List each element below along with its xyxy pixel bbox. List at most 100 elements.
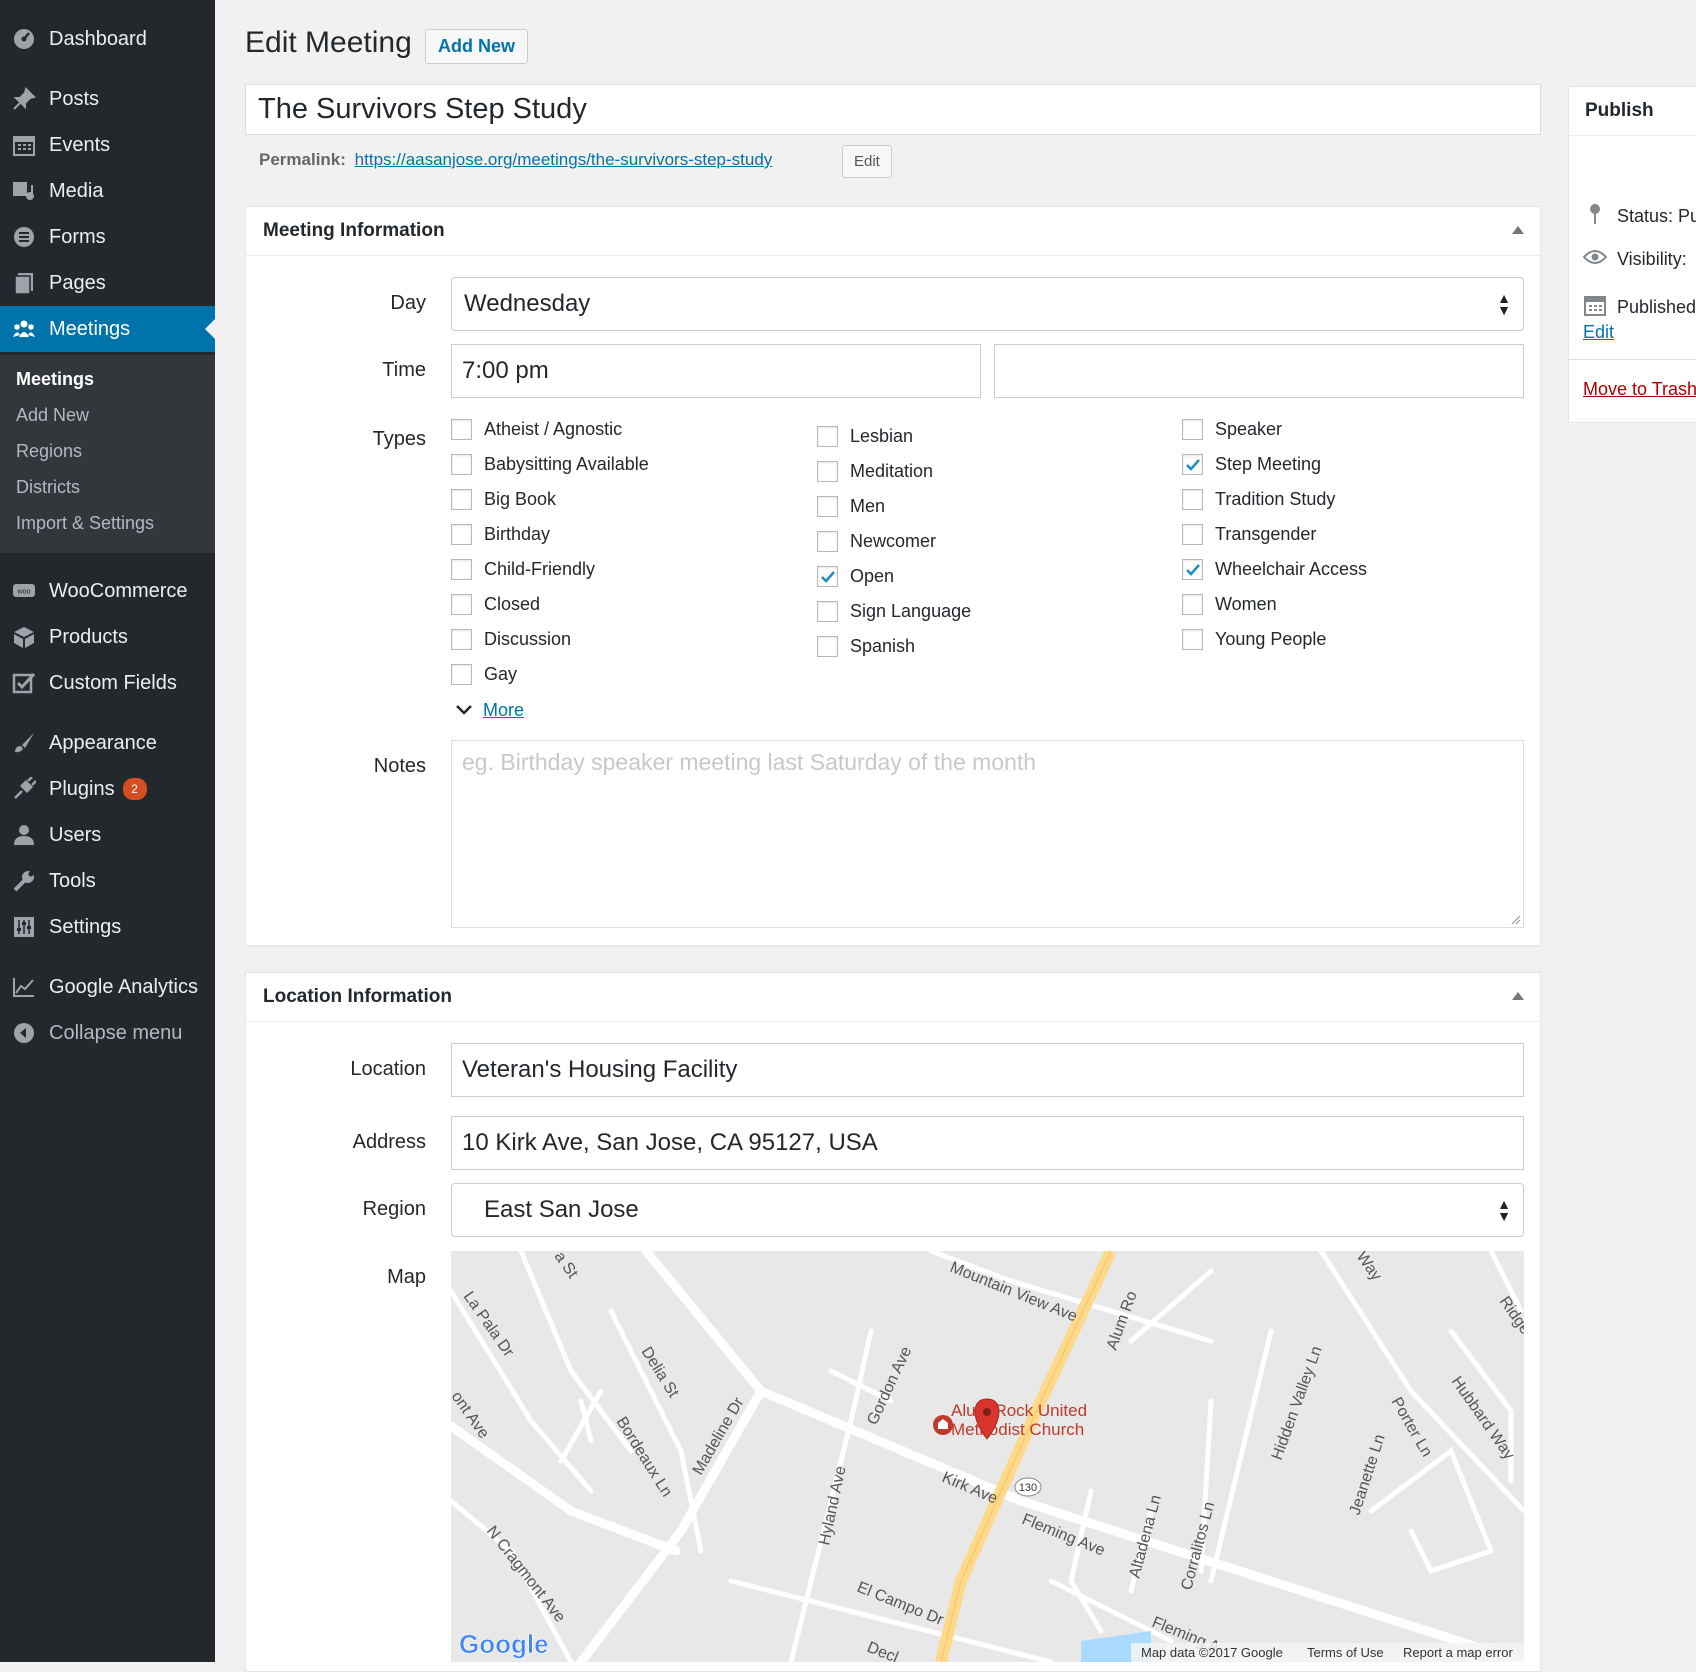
type-checkbox-row[interactable]: Birthday: [451, 524, 550, 545]
checkbox[interactable]: [451, 524, 472, 545]
checkbox[interactable]: [1182, 419, 1203, 440]
publish-divider: [1569, 359, 1696, 360]
collapse-toggle-icon[interactable]: [1512, 992, 1524, 1000]
type-checkbox-row[interactable]: Transgender: [1182, 524, 1316, 545]
permalink-url-link[interactable]: https://aasanjose.org/meetings/the-survi…: [355, 150, 773, 169]
checkbox[interactable]: [817, 636, 838, 657]
sidebar-item-tools[interactable]: Tools: [0, 858, 215, 904]
notes-placeholder: eg. Birthday speaker meeting last Saturd…: [462, 749, 1037, 775]
type-checkbox-row[interactable]: Gay: [451, 664, 517, 685]
sidebar-item-pages[interactable]: Pages: [0, 260, 215, 306]
end-time-input[interactable]: [994, 344, 1524, 398]
location-map[interactable]: 130 Alum Rock United Methodist Church Mo…: [451, 1251, 1524, 1662]
type-checkbox-label: Atheist / Agnostic: [484, 419, 623, 439]
submenu-item-regions[interactable]: Regions: [16, 441, 82, 462]
location-information-header[interactable]: Location Information: [246, 973, 1540, 1022]
checkbox[interactable]: [1182, 559, 1203, 580]
type-checkbox-row[interactable]: Speaker: [1182, 419, 1282, 440]
sidebar-item-users[interactable]: Users: [0, 812, 215, 858]
type-checkbox-row[interactable]: Babysitting Available: [451, 454, 649, 475]
submenu-item-add-new[interactable]: Add New: [16, 405, 89, 426]
type-checkbox-label: Meditation: [850, 461, 934, 481]
sidebar-item-posts[interactable]: Posts: [0, 76, 215, 122]
checkbox[interactable]: [1182, 629, 1203, 650]
type-checkbox-row[interactable]: Tradition Study: [1182, 489, 1335, 510]
checkbox[interactable]: [817, 426, 838, 447]
type-checkbox-row[interactable]: Step Meeting: [1182, 454, 1321, 475]
sidebar-item-custom-fields[interactable]: Custom Fields: [0, 660, 215, 706]
sidebar-item-settings[interactable]: Settings: [0, 904, 215, 950]
checkbox[interactable]: [817, 496, 838, 517]
checkbox[interactable]: [1182, 524, 1203, 545]
type-checkbox-row[interactable]: Sign Language: [817, 601, 971, 622]
permalink-label: Permalink:: [259, 150, 346, 169]
type-checkbox-row[interactable]: Atheist / Agnostic: [451, 419, 622, 440]
sidebar-item-products[interactable]: Products: [0, 614, 215, 660]
sidebar-item-label: Tools: [49, 869, 96, 892]
sidebar-item-label: Users: [49, 823, 102, 846]
collapse-toggle-icon[interactable]: [1512, 226, 1524, 234]
checkbox[interactable]: [817, 461, 838, 482]
checkbox[interactable]: [817, 531, 838, 552]
day-select[interactable]: Wednesday ▲ ▼: [451, 277, 1524, 331]
type-checkbox-row[interactable]: Closed: [451, 594, 540, 615]
type-checkbox-row[interactable]: Spanish: [817, 636, 915, 657]
post-title-input[interactable]: The Survivors Step Study: [245, 84, 1541, 135]
sidebar-item-meetings[interactable]: Meetings: [0, 306, 215, 352]
sidebar-item-appearance[interactable]: Appearance: [0, 720, 215, 766]
checkbox[interactable]: [1182, 594, 1203, 615]
notes-textarea[interactable]: eg. Birthday speaker meeting last Saturd…: [451, 740, 1524, 928]
sidebar-item-dashboard[interactable]: Dashboard: [0, 16, 215, 62]
type-checkbox-row[interactable]: Child-Friendly: [451, 559, 595, 580]
submenu-item-districts[interactable]: Districts: [16, 477, 80, 498]
type-checkbox-row[interactable]: Men: [817, 496, 885, 517]
type-checkbox-row[interactable]: Newcomer: [817, 531, 936, 552]
checkbox[interactable]: [1182, 454, 1203, 475]
checkbox[interactable]: [451, 559, 472, 580]
publish-header[interactable]: Publish: [1569, 87, 1696, 136]
location-input[interactable]: Veteran's Housing Facility: [451, 1043, 1524, 1097]
type-checkbox-row[interactable]: Big Book: [451, 489, 556, 510]
type-checkbox-row[interactable]: Open: [817, 566, 894, 587]
checkbox[interactable]: [817, 566, 838, 587]
address-input[interactable]: 10 Kirk Ave, San Jose, CA 95127, USA: [451, 1116, 1524, 1170]
checkbox[interactable]: [451, 664, 472, 685]
type-checkbox-row[interactable]: Meditation: [817, 461, 933, 482]
checkbox[interactable]: [451, 489, 472, 510]
region-select[interactable]: East San Jose ▲ ▼: [451, 1183, 1524, 1237]
resize-handle-icon[interactable]: [1509, 913, 1521, 925]
add-new-button[interactable]: Add New: [425, 29, 529, 64]
checkbox[interactable]: [451, 419, 472, 440]
more-types-toggle[interactable]: More: [455, 700, 524, 721]
checkbox[interactable]: [1182, 489, 1203, 510]
publish-date-edit-link[interactable]: Edit: [1583, 322, 1614, 343]
sidebar-item-label: Collapse menu: [49, 1021, 183, 1044]
sidebar-item-forms[interactable]: Forms: [0, 214, 215, 260]
type-checkbox-row[interactable]: Young People: [1182, 629, 1326, 650]
type-checkbox-row[interactable]: Lesbian: [817, 426, 913, 447]
sidebar-item-woocommerce[interactable]: woo WooCommerce: [0, 568, 215, 614]
checkbox[interactable]: [817, 601, 838, 622]
move-to-trash-link[interactable]: Move to Trash: [1583, 379, 1696, 400]
sidebar-item-label: Google Analytics: [49, 975, 198, 998]
submenu-item-meetings[interactable]: Meetings: [16, 369, 94, 390]
sidebar-item-media[interactable]: Media: [0, 168, 215, 214]
sidebar-item-google-analytics[interactable]: Google Analytics: [0, 964, 215, 1010]
checkbox[interactable]: [451, 594, 472, 615]
checkbox[interactable]: [451, 629, 472, 650]
publish-visibility-label: Visibility:: [1617, 249, 1687, 269]
sidebar-item-label: Meetings: [49, 317, 131, 340]
checkbox[interactable]: [451, 454, 472, 475]
time-label: Time: [382, 359, 426, 381]
type-checkbox-row[interactable]: Wheelchair Access: [1182, 559, 1367, 580]
map-terms-link: Terms of Use: [1307, 1645, 1384, 1660]
sidebar-item-plugins[interactable]: Plugins 2: [0, 766, 215, 812]
type-checkbox-row[interactable]: Women: [1182, 594, 1277, 615]
submenu-item-import-settings[interactable]: Import & Settings: [16, 513, 154, 534]
sidebar-item-events[interactable]: Events: [0, 122, 215, 168]
meeting-information-header[interactable]: Meeting Information: [246, 207, 1540, 256]
collapse-menu-button[interactable]: Collapse menu: [0, 1010, 215, 1056]
start-time-input[interactable]: 7:00 pm: [451, 344, 981, 398]
type-checkbox-row[interactable]: Discussion: [451, 629, 571, 650]
permalink-edit-button[interactable]: Edit: [842, 145, 892, 178]
